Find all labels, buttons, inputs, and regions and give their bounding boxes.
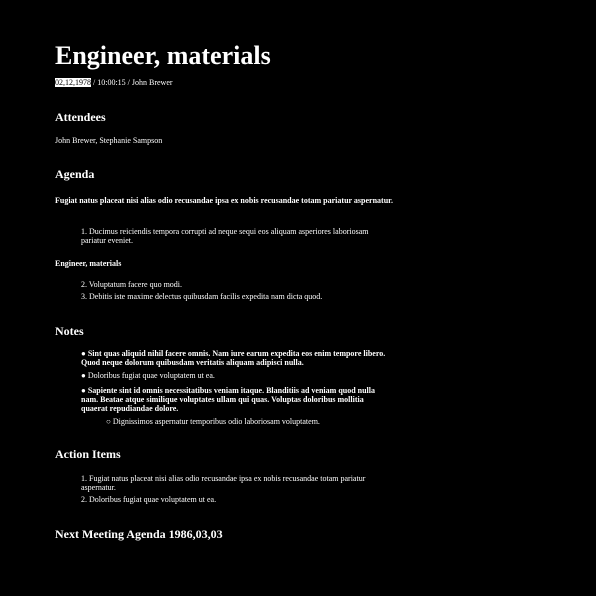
agenda-item: 1. Ducimus reiciendis tempora corrupti a… bbox=[81, 227, 369, 245]
action-item: 2. Doloribus fugiat quae voluptatem ut e… bbox=[81, 495, 217, 504]
notes-heading: Notes bbox=[55, 324, 84, 338]
meeting-meta: 02,12,1978 / 10:00:15 / John Brewer bbox=[55, 78, 400, 87]
meeting-date[interactable]: 02,12,1978 bbox=[55, 78, 91, 87]
note-item: ● Sapiente sint id omnis necessitatibus … bbox=[81, 386, 376, 413]
agenda-intro: Fugiat natus placeat nisi alias odio rec… bbox=[55, 196, 393, 205]
agenda-subheading: Engineer, materials bbox=[55, 259, 122, 268]
note-item: ● Doloribus fugiat quae voluptatem ut ea… bbox=[81, 371, 215, 380]
action-item: 1. Fugiat natus placeat nisi alias odio … bbox=[81, 474, 366, 492]
attendees-heading: Attendees bbox=[55, 110, 106, 124]
page-title: Engineer, materials bbox=[55, 41, 271, 70]
attendees-list: John Brewer, Stephanie Sampson bbox=[55, 136, 163, 145]
note-item: ● Sint quas aliquid nihil facere omnis. … bbox=[81, 349, 386, 367]
note-subitem: ○ Dignissimos aspernatur temporibus odio… bbox=[106, 417, 320, 426]
next-meeting-heading: Next Meeting Agenda 1986,03,03 bbox=[55, 527, 223, 541]
agenda-heading: Agenda bbox=[55, 167, 95, 181]
agenda-item: 3. Debitis iste maxime delectus quibusda… bbox=[81, 292, 323, 301]
action-items-heading: Action Items bbox=[55, 447, 121, 461]
meeting-time-author: / 10:00:15 / John Brewer bbox=[91, 78, 173, 87]
agenda-item: 2. Voluptatum facere quo modi. bbox=[81, 280, 183, 289]
